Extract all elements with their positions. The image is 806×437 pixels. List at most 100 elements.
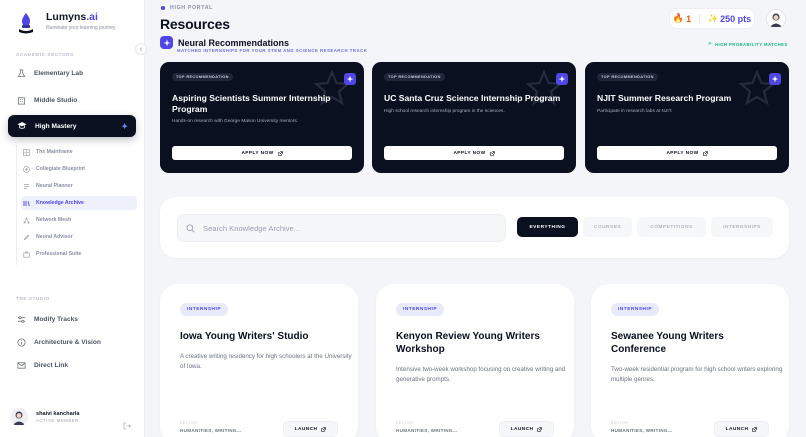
filter-everything[interactable]: EVERYTHING	[517, 217, 578, 237]
favorite-button[interactable]	[556, 73, 568, 85]
sidebar-item-architecture-vision[interactable]: Architecture & Vision	[16, 337, 101, 347]
resource-card[interactable]: INTERNSHIP Kenyon Review Young Writers W…	[376, 284, 574, 437]
sidebar-submenu: The Mainframe Collegiate Blueprint Neura…	[16, 140, 137, 265]
external-link-icon	[489, 150, 495, 156]
resource-description: A creative writing residency for high sc…	[180, 353, 352, 370]
subitem-label: Professional Suite	[36, 251, 82, 257]
building-icon	[16, 95, 26, 105]
resource-card[interactable]: INTERNSHIP Iowa Young Writers' Studio A …	[160, 284, 358, 437]
breadcrumb: HIGH PORTAL	[161, 5, 213, 11]
probability-tag: ✧ HIGH PROBABILITY MATCHES	[708, 41, 788, 47]
sparkle-icon	[160, 36, 173, 49]
recommendations-title: Neural Recommendations	[178, 37, 290, 48]
chevron-left-icon: ‹	[139, 45, 143, 53]
filter-internships[interactable]: INTERNSHIPS	[711, 217, 773, 237]
subitem-label: Neural Advisor	[36, 234, 73, 240]
recommendation-card[interactable]: TOP RECOMMENDATION Aspiring Scientists S…	[160, 62, 364, 173]
search-box	[177, 214, 506, 242]
fire-icon: 🔥	[672, 13, 685, 23]
sparkle-icon: ✧	[708, 41, 713, 46]
streak-counter: 🔥 1	[673, 13, 691, 24]
external-link-icon	[702, 150, 708, 156]
sidebar-item-elementary-lab[interactable]: Elementary Lab	[16, 68, 83, 78]
subitem-label: Knowledge Archive	[36, 200, 84, 206]
subitem-label: Network Mesh	[36, 217, 72, 223]
apply-now-button[interactable]: APPLY NOW	[384, 146, 564, 160]
grid-icon	[23, 148, 30, 156]
sidebar-item-high-mastery[interactable]: High Mastery ✦	[8, 115, 136, 137]
books-icon	[23, 200, 30, 207]
breadcrumb-dot-icon	[161, 6, 165, 10]
favorite-button[interactable]	[769, 73, 781, 85]
resource-description: Intensive two-week workshop focusing on …	[396, 366, 566, 383]
launch-button[interactable]: LAUNCH	[714, 421, 769, 437]
launch-button[interactable]: LAUNCH	[283, 421, 338, 437]
recommendation-card[interactable]: TOP RECOMMENDATION UC Santa Cruz Science…	[372, 62, 576, 173]
sparkle-icon	[558, 75, 566, 83]
streak-value: 1	[686, 13, 692, 24]
search-icon	[186, 223, 195, 233]
collapse-sidebar-button[interactable]: ‹	[135, 43, 147, 55]
apply-now-button[interactable]: APPLY NOW	[172, 146, 352, 160]
sidebar-item-label: Elementary Lab	[34, 69, 84, 77]
sidebar-subitem-collegiate-blueprint[interactable]: Collegiate Blueprint	[21, 162, 137, 176]
sidebar-subitem-knowledge-archive[interactable]: Knowledge Archive	[21, 196, 137, 210]
graduation-cap-icon	[17, 121, 27, 132]
lamp-logo-icon	[14, 11, 38, 35]
sidebar-subitem-neural-advisor[interactable]: Neural Advisor	[21, 230, 137, 244]
sidebar-subitem-neural-planner[interactable]: Neural Planner	[21, 179, 137, 193]
sparkle-icon: ✨	[708, 14, 719, 23]
launch-button[interactable]: LAUNCH	[499, 421, 554, 437]
resource-card[interactable]: INTERNSHIP Sewanee Young Writers Confere…	[591, 284, 789, 437]
user-role: ACTIVE MEMBER	[36, 418, 79, 423]
user-name: shaivi kancharla	[36, 411, 80, 417]
search-panel: EVERYTHING COURSES COMPETITIONS INTERNSH…	[160, 197, 789, 258]
header-avatar[interactable]	[766, 9, 786, 29]
target-icon	[23, 165, 30, 173]
sidebar-item-label: Modify Tracks	[34, 315, 78, 323]
sector-value: HUMANITIES, WRITING...	[611, 428, 673, 433]
recommendation-tag: TOP RECOMMENDATION	[172, 73, 233, 81]
recommendation-tag: TOP RECOMMENDATION	[597, 73, 658, 81]
recommendation-description: High school research internship program …	[384, 109, 505, 114]
flask-icon	[16, 68, 26, 78]
points-value: 250 pts	[720, 13, 752, 24]
recommendation-tag: TOP RECOMMENDATION	[384, 73, 445, 81]
search-input[interactable]	[203, 223, 483, 233]
brand[interactable]: Lumyns.ai Illuminate your learning journ…	[14, 11, 115, 35]
favorite-button[interactable]	[344, 73, 356, 85]
mail-icon	[16, 360, 26, 370]
brand-tagline: Illuminate your learning journey	[46, 25, 116, 31]
sidebar-subitem-professional-suite[interactable]: Professional Suite	[21, 247, 137, 261]
sidebar-subitem-mainframe[interactable]: The Mainframe	[21, 145, 137, 159]
sidebar-item-modify-tracks[interactable]: Modify Tracks	[16, 314, 78, 324]
network-icon	[23, 217, 30, 224]
sparkle-icon: ✦	[121, 121, 128, 131]
resource-title: Sewanee Young Writers Conference	[611, 331, 724, 355]
sidebar-item-direct-link[interactable]: Direct Link	[16, 360, 68, 370]
apply-now-button[interactable]: APPLY NOW	[597, 146, 777, 160]
breadcrumb-label: HIGH PORTAL	[170, 5, 214, 11]
filter-competitions[interactable]: COMPETITIONS	[637, 217, 706, 237]
sliders-icon	[16, 314, 26, 324]
sidebar-subitem-network-mesh[interactable]: Network Mesh	[21, 213, 137, 227]
recommendation-description: Participate in research labs at NJIT.	[597, 109, 673, 114]
sidebar-item-label: Middle Studio	[34, 96, 78, 104]
points-counter: ✨ 250 pts	[708, 14, 751, 24]
logout-icon[interactable]	[123, 417, 132, 430]
section-label-academic: ACADEMIC SECTORS	[16, 52, 74, 57]
subitem-label: Neural Planner	[36, 183, 73, 189]
stats-badge: 🔥 1 ✨ 250 pts	[669, 8, 755, 29]
filter-courses[interactable]: COURSES	[583, 217, 632, 237]
resource-title: Iowa Young Writers' Studio	[180, 331, 309, 342]
stat-divider	[699, 13, 701, 24]
external-link-icon	[321, 426, 327, 432]
section-label-studio: THE STUDIO	[16, 296, 50, 301]
category-badge: INTERNSHIP	[611, 303, 660, 316]
subitem-label: The Mainframe	[36, 149, 73, 155]
sidebar-item-middle-studio[interactable]: Middle Studio	[16, 95, 77, 105]
recommendation-card[interactable]: TOP RECOMMENDATION NJIT Summer Research …	[585, 62, 789, 173]
sidebar-item-label: Architecture & Vision	[34, 338, 101, 346]
user-profile[interactable]: shaivi kancharla ACTIVE MEMBER	[10, 408, 80, 426]
sector-value: HUMANITIES, WRITING...	[396, 428, 458, 433]
